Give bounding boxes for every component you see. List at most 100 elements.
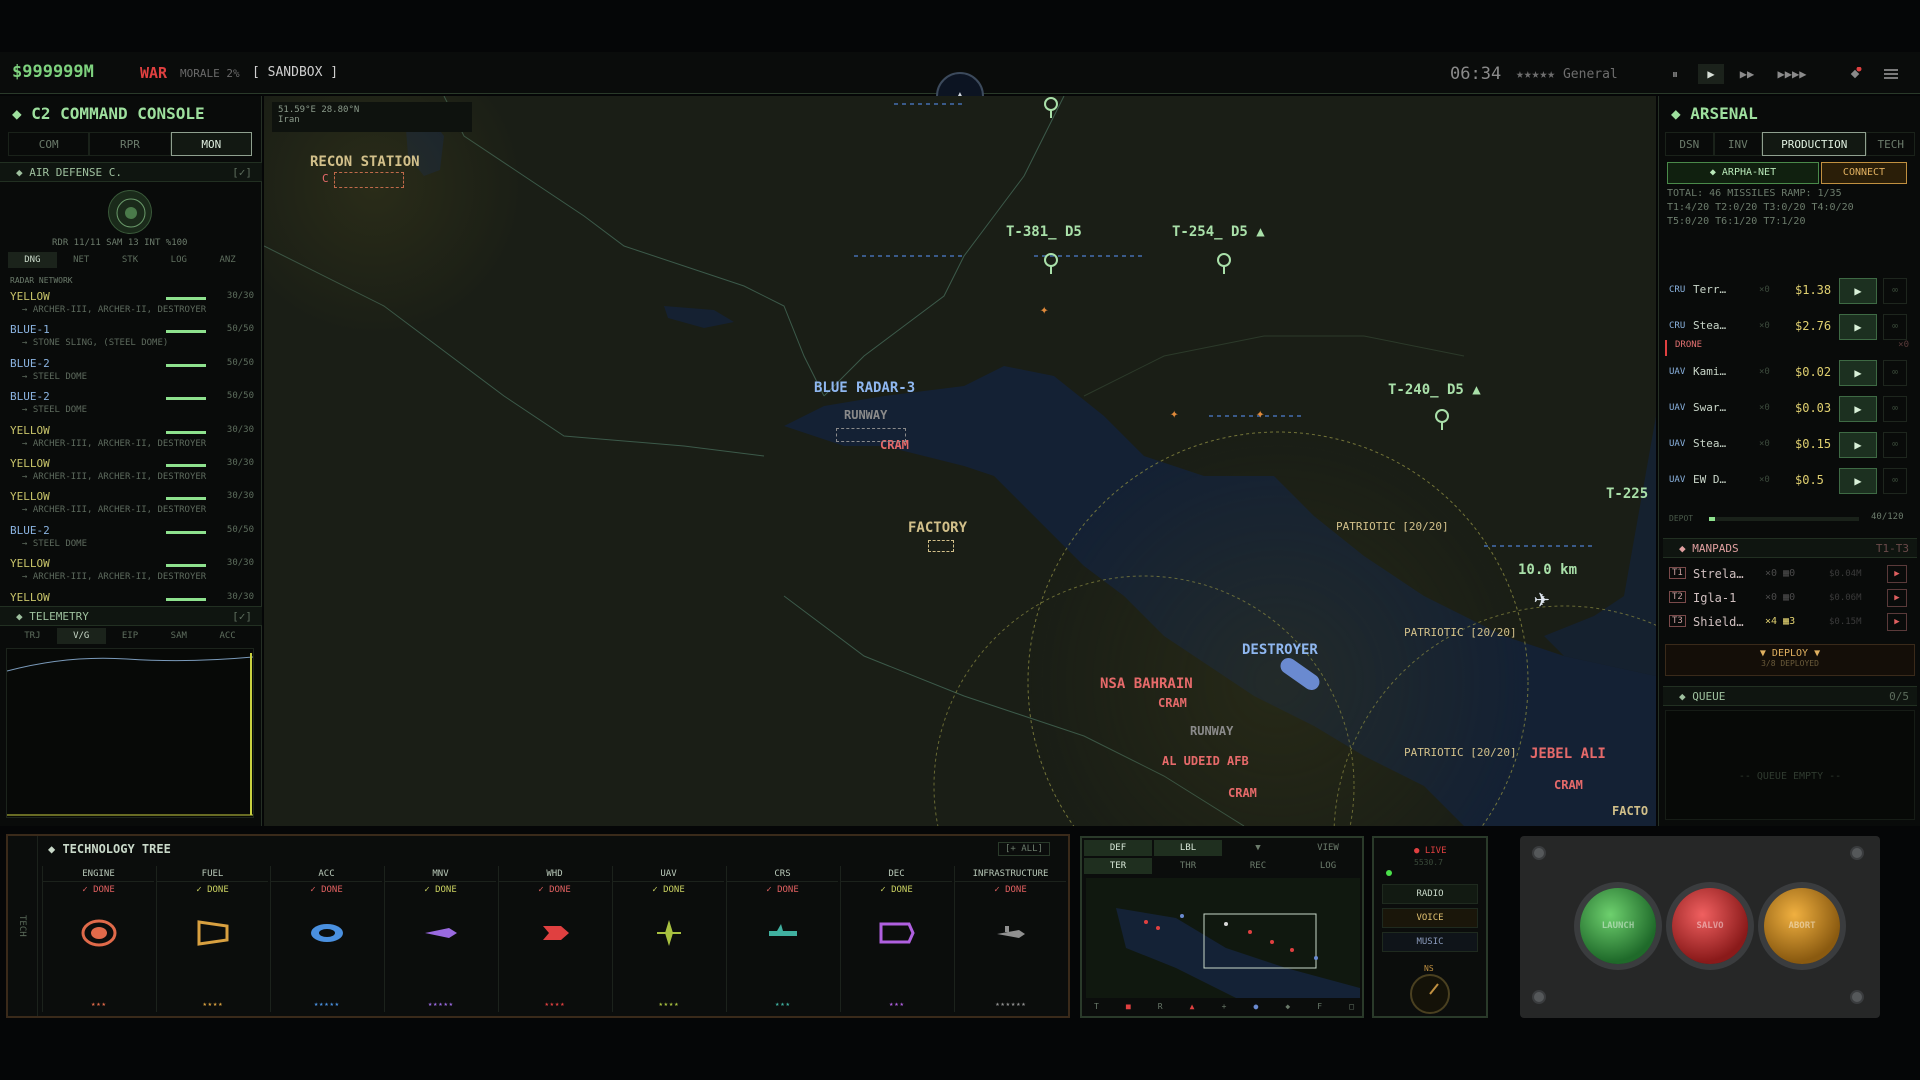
launch-button[interactable]: LAUNCH <box>1580 888 1656 964</box>
tele-tab-acc[interactable]: ACC <box>203 628 252 644</box>
cram-label[interactable]: CRAM <box>1158 696 1187 710</box>
manpad-buy-button[interactable]: ▶ <box>1887 565 1907 583</box>
deploy-button[interactable]: ▼ DEPLOY ▼ 3/8 DEPLOYED <box>1665 644 1915 676</box>
radar-row[interactable]: BLUE-2 50/50 → STEEL DOME <box>10 524 254 557</box>
radar-row[interactable]: YELLOW 30/30 → ARCHER-III, ARCHER-II, DEST… <box>10 290 254 323</box>
volume-knob[interactable] <box>1410 974 1450 1014</box>
air-defense-header[interactable]: ◆ AIR DEFENSE C. [✓] <box>0 162 262 182</box>
connect-button[interactable]: CONNECT <box>1821 162 1907 184</box>
radar-row[interactable]: BLUE-1 50/50 → STONE SLING, (STEEL DOME) <box>10 323 254 356</box>
target-pin-icon[interactable] <box>1432 408 1452 432</box>
minimap-tab-thr[interactable]: THR <box>1154 858 1222 874</box>
pause-button[interactable]: ⏸ <box>1662 64 1688 84</box>
produce-button[interactable]: ▶ <box>1839 432 1877 458</box>
cram-label[interactable]: CRAM <box>1554 778 1583 792</box>
tab-mon[interactable]: MON <box>170 132 252 156</box>
tech-column-crs[interactable]: CRS ✓ DONE ★★★ <box>726 866 838 1012</box>
minimap-tab-ter[interactable]: TER <box>1084 858 1152 874</box>
airbase-icon[interactable] <box>836 428 906 442</box>
queue-header[interactable]: ◆ QUEUE 0/5 <box>1663 686 1917 706</box>
aircraft-icon[interactable]: ✈ <box>1534 584 1550 614</box>
minimap-tab-dropdown[interactable]: ▼ <box>1224 840 1292 856</box>
al-udeid-label[interactable]: AL UDEID AFB <box>1162 754 1249 768</box>
tab-production[interactable]: PRODUCTION <box>1762 132 1867 156</box>
tech-column-engine[interactable]: ENGINE ✓ DONE ★★★ <box>42 866 154 1012</box>
salvo-button[interactable]: SALVO <box>1672 888 1748 964</box>
target-t254-label[interactable]: T-254_ D5 ▲ <box>1172 224 1265 240</box>
blue-radar-label[interactable]: BLUE RADAR-3 <box>814 380 915 396</box>
tech-column-mnv[interactable]: MNV ✓ DONE ★★★★★ <box>384 866 496 1012</box>
factory-label[interactable]: FACTO <box>1612 804 1648 818</box>
repeat-icon[interactable]: ∞ <box>1883 278 1907 304</box>
repeat-icon[interactable]: ∞ <box>1883 468 1907 494</box>
factory-icon[interactable] <box>928 540 954 552</box>
tech-column-acc[interactable]: ACC ✓ DONE ★★★★★ <box>270 866 382 1012</box>
subtab-dng[interactable]: DNG <box>8 252 57 268</box>
satellite-icon[interactable] <box>1848 66 1862 80</box>
voice-button[interactable]: VOICE <box>1382 908 1478 928</box>
tele-tab-sam[interactable]: SAM <box>154 628 203 644</box>
target-pin-icon[interactable] <box>1041 96 1061 120</box>
target-pin-icon[interactable] <box>1214 252 1234 276</box>
destroyer-label[interactable]: DESTROYER <box>1242 642 1318 658</box>
repeat-icon[interactable]: ∞ <box>1883 396 1907 422</box>
tele-tab-trj[interactable]: TRJ <box>8 628 57 644</box>
tech-column-uav[interactable]: UAV ✓ DONE ★★★★ <box>612 866 724 1012</box>
radar-row[interactable]: BLUE-2 50/50 → STEEL DOME <box>10 357 254 390</box>
manpad-buy-button[interactable]: ▶ <box>1887 589 1907 607</box>
tab-dsn[interactable]: DSN <box>1665 132 1714 156</box>
expand-all-button[interactable]: [+ ALL] <box>998 842 1050 856</box>
radar-row[interactable]: YELLOW 30/30 → ARCHER-III, ARCHER-II, DEST… <box>10 557 254 590</box>
manpad-buy-button[interactable]: ▶ <box>1887 613 1907 631</box>
minimap-tab-rec[interactable]: REC <box>1224 858 1292 874</box>
produce-button[interactable]: ▶ <box>1839 360 1877 386</box>
repeat-icon[interactable]: ∞ <box>1883 360 1907 386</box>
radar-row[interactable]: YELLOW 30/30 → ARCHER-III, ARCHER-II, DEST… <box>10 490 254 523</box>
target-t240-label[interactable]: T-240_ D5 ▲ <box>1388 382 1481 398</box>
cram-label[interactable]: CRAM <box>1228 786 1257 800</box>
factory-label[interactable]: FACTORY <box>908 520 967 536</box>
tele-tab-vg[interactable]: V/G <box>56 628 106 644</box>
tab-rpr[interactable]: RPR <box>89 132 171 156</box>
target-t381-label[interactable]: T-381_ D5 <box>1006 224 1082 240</box>
tab-inv[interactable]: INV <box>1713 132 1763 156</box>
repeat-icon[interactable]: ∞ <box>1883 314 1907 340</box>
fast-forward-button[interactable]: ▶▶ <box>1734 64 1760 84</box>
minimap-tab-log[interactable]: LOG <box>1294 858 1362 874</box>
tech-column-whd[interactable]: WHD ✓ DONE ★★★★ <box>498 866 610 1012</box>
target-t225-label[interactable]: T-225 <box>1606 486 1648 502</box>
jebel-ali-label[interactable]: JEBEL ALI <box>1530 746 1606 762</box>
play-button[interactable]: ▶ <box>1698 64 1724 84</box>
subtab-anz[interactable]: ANZ <box>203 252 252 268</box>
recon-station-label[interactable]: RECON STATION <box>310 154 420 170</box>
produce-button[interactable]: ▶ <box>1839 314 1877 340</box>
nsa-bahrain-label[interactable]: NSA BAHRAIN <box>1100 676 1193 692</box>
produce-button[interactable]: ▶ <box>1839 278 1877 304</box>
abort-button[interactable]: ABORT <box>1764 888 1840 964</box>
minimap-tab-lbl[interactable]: LBL <box>1154 840 1222 856</box>
tele-tab-eip[interactable]: EIP <box>106 628 155 644</box>
tech-column-dec[interactable]: DEC ✓ DONE ★★★ <box>840 866 952 1012</box>
menu-icon[interactable] <box>1884 66 1898 80</box>
manpads-header[interactable]: ◆ MANPADS T1-T3 <box>1663 538 1917 558</box>
target-pin-icon[interactable] <box>1041 252 1061 276</box>
tactical-map[interactable]: 51.59°E 28.80°N Iran RECON STATION C T-38… <box>264 96 1656 826</box>
radar-row[interactable]: YELLOW 30/30 → ARCHER-III, ARCHER-II, DEST… <box>10 457 254 490</box>
music-button[interactable]: MUSIC <box>1382 932 1478 952</box>
subtab-log[interactable]: LOG <box>154 252 203 268</box>
repeat-icon[interactable]: ∞ <box>1883 432 1907 458</box>
produce-button[interactable]: ▶ <box>1839 396 1877 422</box>
radar-row[interactable]: YELLOW 30/30 → ARCHER-III, ARCHER-II, DEST… <box>10 424 254 457</box>
tab-com[interactable]: COM <box>8 132 90 156</box>
minimap-view[interactable] <box>1086 878 1360 998</box>
produce-button[interactable]: ▶ <box>1839 468 1877 494</box>
fastest-button[interactable]: ▶▶▶▶ <box>1772 64 1812 84</box>
tech-column-fuel[interactable]: FUEL ✓ DONE ★★★★ <box>156 866 268 1012</box>
arpha-net-button[interactable]: ◆ ARPHA-NET <box>1667 162 1819 184</box>
tab-tech[interactable]: TECH <box>1866 132 1915 156</box>
tech-column-infrastructure[interactable]: INFRASTRUCTURE ✓ DONE ★★★★★★ <box>954 866 1066 1012</box>
radio-button[interactable]: RADIO <box>1382 884 1478 904</box>
subtab-net[interactable]: NET <box>57 252 106 268</box>
minimap-tab-def[interactable]: DEF <box>1084 840 1152 856</box>
minimap-tab-view[interactable]: VIEW <box>1294 840 1362 856</box>
